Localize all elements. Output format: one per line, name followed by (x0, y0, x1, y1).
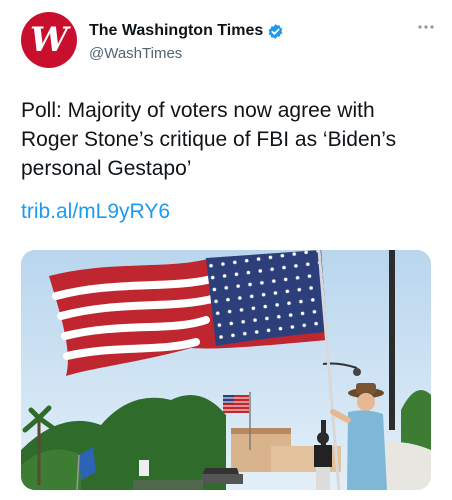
avatar-logo: W (29, 20, 68, 60)
tweet-text: Poll: Majority of voters now agree with … (21, 99, 397, 180)
photo-image (21, 250, 431, 490)
tweet-photo[interactable] (21, 250, 431, 490)
display-name[interactable]: The Washington Times (89, 22, 263, 40)
tweet-link[interactable]: trib.al/mL9yRY6 (21, 200, 170, 224)
avatar[interactable]: W (21, 12, 77, 68)
tweet-header: W The Washington Times @WashTimes (21, 12, 436, 70)
more-icon[interactable] (416, 20, 436, 34)
user-handle[interactable]: @WashTimes (89, 45, 182, 62)
verified-badge-icon (268, 23, 283, 39)
name-row: The Washington Times (89, 22, 284, 40)
